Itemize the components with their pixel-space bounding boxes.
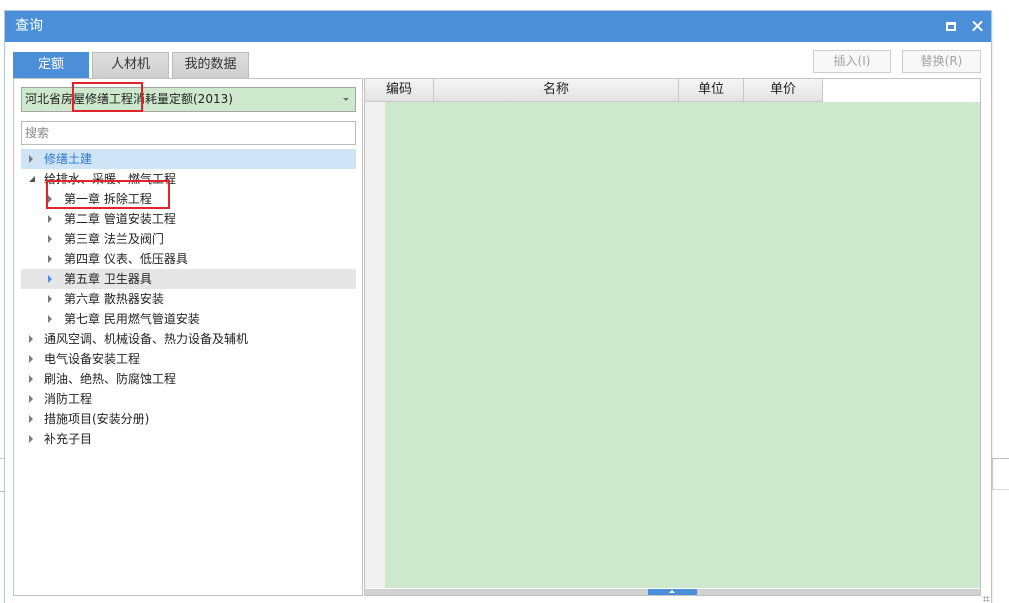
caret-right-icon[interactable] <box>48 275 52 283</box>
tree-item-label: 措施项目(安装分册) <box>44 412 150 426</box>
caret-right-icon[interactable] <box>48 255 52 263</box>
tree-item-label: 第四章 仪表、低压器具 <box>64 252 188 266</box>
caret-up-icon <box>669 590 675 593</box>
tree-item-label: 第一章 拆除工程 <box>64 192 152 206</box>
replace-button[interactable]: 替换(R) <box>902 50 981 73</box>
tree-item-hvac-mechanical[interactable]: 通风空调、机械设备、热力设备及辅机 <box>21 329 356 349</box>
tree-item-ch5-sanitary-fixtures[interactable]: 第五章 卫生器具 <box>21 269 356 289</box>
caret-right-icon[interactable] <box>29 155 33 163</box>
quota-library-selected: 河北省房屋修缮工程消耗量定额(2013) <box>25 92 233 106</box>
results-grid-body[interactable] <box>386 102 980 588</box>
caret-right-icon[interactable] <box>29 335 33 343</box>
search-input[interactable] <box>21 121 356 145</box>
tree-item-label: 刷油、绝热、防腐蚀工程 <box>44 372 177 386</box>
chapter-tree: 修缮土建 给排水、采暖、燃气工程 第一章 拆除工程 第二章 管道安装工程 第三章… <box>21 149 356 449</box>
tree-item-ch1-demolition[interactable]: 第一章 拆除工程 <box>21 189 356 209</box>
tree-item-label: 第二章 管道安装工程 <box>64 212 176 226</box>
tree-item-label: 第五章 卫生器具 <box>64 272 152 286</box>
quota-library-panel: 河北省房屋修缮工程消耗量定额(2013) 修缮土建 给排水、采暖、燃气工程 第一… <box>13 78 363 596</box>
query-dialog: 查询 定额 人材机 我的数据 插入(I) 替换(R) 河北省房屋修缮工程消耗量定… <box>5 11 991 603</box>
column-header-price[interactable]: 单价 <box>744 79 823 102</box>
tab-labor-materials-machinery[interactable]: 人材机 <box>92 52 169 78</box>
tree-item-measures[interactable]: 措施项目(安装分册) <box>21 409 356 429</box>
insert-button[interactable]: 插入(I) <box>813 50 891 73</box>
tree-item-supplementary[interactable]: 补充子目 <box>21 429 356 449</box>
maximize-icon[interactable] <box>946 22 956 31</box>
tree-item-painting-insulation[interactable]: 刷油、绝热、防腐蚀工程 <box>21 369 356 389</box>
quota-library-dropdown[interactable]: 河北省房屋修缮工程消耗量定额(2013) <box>21 87 356 112</box>
caret-right-icon[interactable] <box>29 375 33 383</box>
caret-right-icon[interactable] <box>48 215 52 223</box>
column-header-code[interactable]: 编码 <box>365 79 434 102</box>
tree-item-fire-protection[interactable]: 消防工程 <box>21 389 356 409</box>
row-header-column <box>365 102 386 588</box>
caret-right-icon[interactable] <box>29 435 33 443</box>
results-grid-panel: 编码 名称 单位 单价 <box>364 78 981 596</box>
tree-item-label: 通风空调、机械设备、热力设备及辅机 <box>44 332 249 346</box>
tree-item-label: 消防工程 <box>44 392 93 406</box>
window-title: 查询 <box>15 18 43 34</box>
caret-right-icon[interactable] <box>48 195 52 203</box>
tree-item-ch2-pipe-installation[interactable]: 第二章 管道安装工程 <box>21 209 356 229</box>
tab-quota[interactable]: 定额 <box>13 52 89 78</box>
tree-item-label: 第三章 法兰及阀门 <box>64 232 164 246</box>
tree-item-label: 电气设备安装工程 <box>44 352 141 366</box>
tree-item-electrical[interactable]: 电气设备安装工程 <box>21 349 356 369</box>
tree-item-ch3-flanges-valves[interactable]: 第三章 法兰及阀门 <box>21 229 356 249</box>
tree-item-label: 修缮土建 <box>44 152 93 166</box>
caret-down-icon[interactable] <box>29 176 35 182</box>
column-header-name[interactable]: 名称 <box>434 79 679 102</box>
tree-item-plumbing-heating-gas[interactable]: 给排水、采暖、燃气工程 <box>21 169 356 189</box>
caret-right-icon[interactable] <box>48 295 52 303</box>
caret-right-icon[interactable] <box>48 235 52 243</box>
chevron-down-icon[interactable] <box>343 98 349 101</box>
tree-item-label: 给排水、采暖、燃气工程 <box>44 172 177 186</box>
column-header-unit[interactable]: 单位 <box>679 79 744 102</box>
tree-item-ch6-radiators[interactable]: 第六章 散热器安装 <box>21 289 356 309</box>
tree-item-ch7-gas-piping[interactable]: 第七章 民用燃气管道安装 <box>21 309 356 329</box>
tree-item-ch4-instruments[interactable]: 第四章 仪表、低压器具 <box>21 249 356 269</box>
caret-right-icon[interactable] <box>29 395 33 403</box>
tree-item-label: 补充子目 <box>44 432 93 446</box>
caret-right-icon[interactable] <box>29 355 33 363</box>
background-window-edge <box>992 458 1009 490</box>
resize-grip-icon[interactable] <box>983 596 990 602</box>
tab-my-data[interactable]: 我的数据 <box>172 52 249 78</box>
bottom-panel-splitter[interactable] <box>365 589 980 595</box>
tree-item-label: 第七章 民用燃气管道安装 <box>64 312 200 326</box>
title-bar[interactable]: 查询 <box>5 11 991 42</box>
tree-item-label: 第六章 散热器安装 <box>64 292 164 306</box>
tree-item-repair-civil-works[interactable]: 修缮土建 <box>21 149 356 169</box>
grid-header: 编码 名称 单位 单价 <box>365 79 980 102</box>
caret-right-icon[interactable] <box>48 315 52 323</box>
caret-right-icon[interactable] <box>29 415 33 423</box>
close-icon[interactable] <box>972 21 983 32</box>
expand-panel-button[interactable] <box>648 589 697 595</box>
